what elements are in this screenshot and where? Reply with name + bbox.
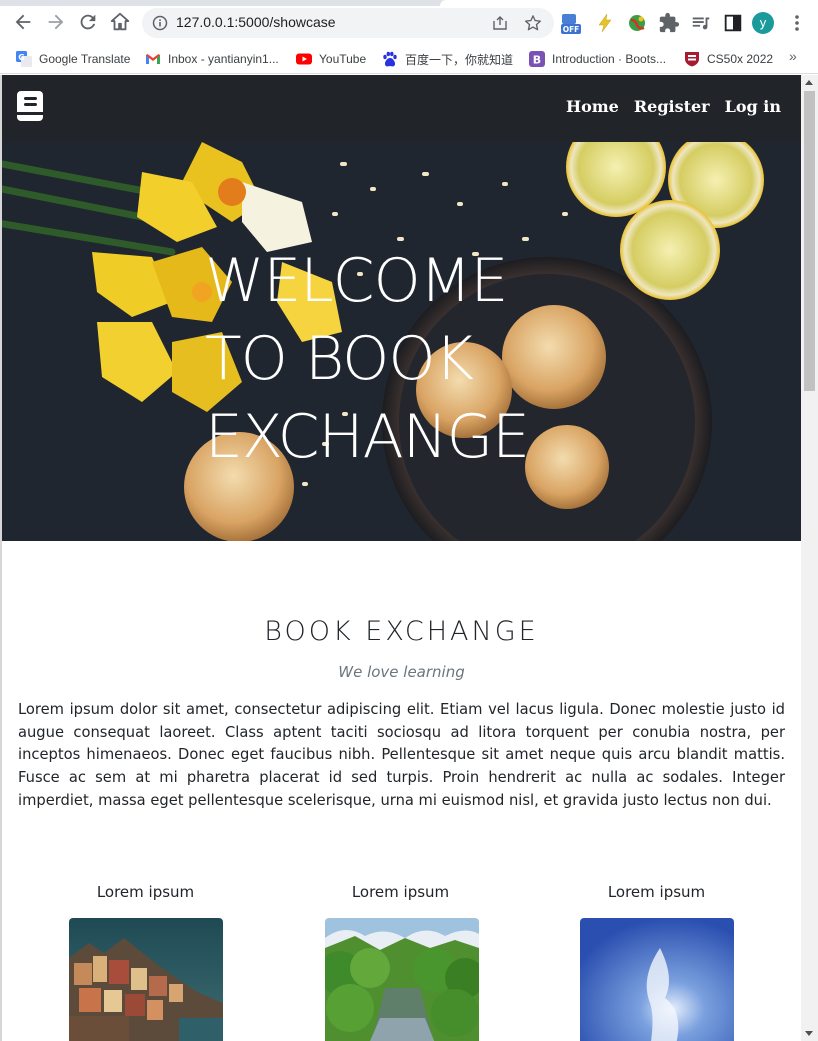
- card-title: Lorem ipsum: [607, 883, 706, 901]
- url-text[interactable]: 127.0.0.1:5000/showcase: [176, 14, 336, 30]
- share-icon[interactable]: [492, 15, 508, 31]
- bookmark-youtube[interactable]: YouTube: [296, 48, 366, 70]
- scrollbar-thumb[interactable]: [804, 91, 815, 391]
- card-image-sky[interactable]: [580, 918, 734, 1041]
- more-bookmarks-button[interactable]: »: [789, 48, 797, 64]
- hero-title: WELCOME TO BOOK EXCHANGE: [205, 242, 565, 476]
- reload-icon[interactable]: [77, 11, 99, 33]
- tab-strip: [0, 0, 818, 6]
- site-navbar: Home Register Log in: [2, 75, 801, 142]
- harvard-icon: [684, 51, 700, 67]
- scroll-down-arrow-icon[interactable]: [805, 1031, 813, 1036]
- bookmark-label: 百度一下，你就知道: [405, 52, 514, 67]
- profile-avatar[interactable]: y: [752, 12, 774, 34]
- svg-text:B: B: [533, 54, 541, 67]
- nav-register-link[interactable]: Register: [634, 97, 710, 116]
- bookmark-label: YouTube: [319, 52, 367, 66]
- bookmark-label: Introduction · Boots...: [552, 52, 667, 66]
- book-icon[interactable]: [16, 90, 44, 122]
- more-icon[interactable]: [786, 12, 808, 34]
- extension-off-icon[interactable]: OFF: [560, 12, 582, 34]
- home-icon[interactable]: [109, 11, 131, 33]
- forward-icon[interactable]: [45, 11, 67, 33]
- bookmark-cs50x[interactable]: CS50x 2022: [684, 48, 773, 70]
- page-viewport: Home Register Log in WELCOME TO BOOK EXC…: [0, 75, 818, 1041]
- page-scrollbar[interactable]: [801, 75, 818, 1041]
- baidu-icon: [382, 51, 398, 67]
- back-icon[interactable]: [12, 11, 34, 33]
- address-bar[interactable]: 127.0.0.1:5000/showcase: [142, 8, 554, 38]
- bookmarks-bar: G Google Translate Inbox - yantianyin1..…: [0, 44, 818, 74]
- bookmark-inbox[interactable]: Inbox - yantianyin1...: [145, 48, 279, 70]
- extension-badge: OFF: [563, 25, 580, 34]
- bookmark-baidu[interactable]: 百度一下，你就知道: [382, 48, 513, 70]
- hero-title-line: TO BOOK: [205, 324, 474, 394]
- globe-extension-icon[interactable]: [626, 12, 648, 34]
- extensions-icon[interactable]: [658, 12, 680, 34]
- hero-banner: WELCOME TO BOOK EXCHANGE: [2, 142, 801, 541]
- section-title: BOOK EXCHANGE: [264, 616, 539, 647]
- bookmark-label: CS50x 2022: [707, 52, 774, 66]
- card-title: Lorem ipsum: [351, 883, 450, 901]
- intro-paragraph: Lorem ipsum dolor sit amet, consectetur …: [18, 701, 785, 809]
- media-icon[interactable]: [690, 12, 712, 34]
- star-icon[interactable]: [524, 14, 542, 32]
- section-subtitle: We love learning: [338, 663, 465, 681]
- side-panel-icon[interactable]: [722, 12, 744, 34]
- hero-title-line: EXCHANGE: [205, 402, 530, 472]
- active-tab[interactable]: [440, 0, 818, 6]
- browser-toolbar: 127.0.0.1:5000/showcase OFF y: [0, 0, 818, 44]
- hero-title-line: WELCOME: [205, 246, 508, 316]
- bookmark-label: Google Translate: [39, 52, 131, 66]
- card-image-town[interactable]: [69, 918, 223, 1041]
- svg-text:G: G: [18, 53, 25, 62]
- scroll-up-arrow-icon[interactable]: [805, 80, 813, 85]
- bookmark-google-translate[interactable]: G Google Translate: [16, 48, 130, 70]
- nav-home-link[interactable]: Home: [566, 97, 619, 116]
- youtube-icon: [296, 51, 312, 67]
- site-nav-links: Home Register Log in: [566, 97, 781, 116]
- gmail-icon: [145, 51, 161, 67]
- card-title: Lorem ipsum: [96, 883, 195, 901]
- bootstrap-icon: B: [529, 51, 545, 67]
- bookmark-bootstrap[interactable]: B Introduction · Boots...: [529, 48, 666, 70]
- info-icon[interactable]: [152, 15, 168, 31]
- nav-login-link[interactable]: Log in: [725, 97, 781, 116]
- bookmark-label: Inbox - yantianyin1...: [168, 52, 279, 66]
- google-translate-icon: G: [16, 51, 32, 67]
- card-image-forest[interactable]: [325, 918, 479, 1041]
- lightning-extension-icon[interactable]: [594, 12, 616, 34]
